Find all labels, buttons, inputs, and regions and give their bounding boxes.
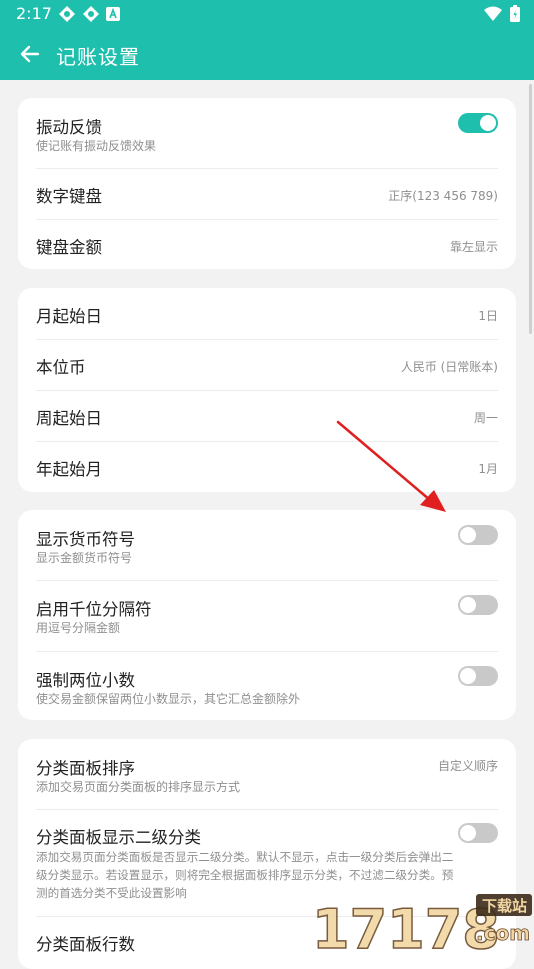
status-time: 2:17	[16, 4, 52, 23]
setting-title: 启用千位分隔符	[36, 600, 152, 619]
setting-title: 月起始日	[36, 307, 102, 326]
system-icons	[484, 5, 520, 22]
toggle-knob	[460, 597, 476, 613]
settings-card-dates: 月起始日 1日 本位币 人民币 (日常账本) 周起始日 周一 年起始月 1月	[18, 288, 516, 492]
toggle-knob	[460, 668, 476, 684]
setting-subtitle-line: 测的首选分类不受此设置影响	[36, 886, 187, 900]
setting-title: 本位币	[36, 358, 86, 377]
setting-title: 年起始月	[36, 460, 102, 479]
setting-title: 分类面板显示二级分类	[36, 828, 201, 847]
setting-panel-sort[interactable]: 分类面板排序 添加交易页面分类面板的排序显示方式 自定义顺序	[36, 739, 498, 809]
two-decimals-toggle[interactable]	[458, 666, 498, 686]
setting-title: 分类面板排序	[36, 759, 135, 778]
setting-title: 周起始日	[36, 409, 102, 428]
setting-keypad-amount[interactable]: 键盘金额 靠左显示	[36, 220, 498, 269]
setting-value: 周一	[473, 411, 498, 425]
watermark-logo: 17178 下载站 .com	[310, 888, 534, 962]
setting-base-currency[interactable]: 本位币 人民币 (日常账本)	[36, 340, 498, 390]
setting-vibration[interactable]: 振动反馈 使记账有振动反馈效果	[36, 98, 498, 168]
setting-week-start[interactable]: 周起始日 周一	[36, 391, 498, 441]
setting-subtitle-line: 添加交易页面分类面板是否显示二级分类。默认不显示，点击一级分类后会弹出二	[36, 850, 454, 864]
wifi-icon	[484, 6, 502, 21]
setting-currency-symbol[interactable]: 显示货币符号 显示金额货币符号	[36, 510, 498, 580]
setting-month-start[interactable]: 月起始日 1日	[36, 288, 498, 339]
setting-subtitle: 用逗号分隔金额	[36, 621, 121, 635]
setting-subtitle: 显示金额货币符号	[36, 551, 133, 565]
currency-symbol-toggle[interactable]	[458, 525, 498, 545]
page-title: 记账设置	[56, 45, 140, 69]
a-notification-icon	[106, 7, 120, 21]
setting-title: 显示货币符号	[36, 530, 135, 549]
setting-title: 键盘金额	[36, 238, 102, 257]
setting-value: 正序(123 456 789)	[388, 189, 498, 203]
setting-subtitle-line: 级分类显示。若设置显示，则将完全根据面板排序显示分类，不过滤二级分类。预	[36, 868, 454, 882]
setting-keypad[interactable]: 数字键盘 正序(123 456 789)	[36, 169, 498, 219]
back-button[interactable]	[14, 40, 46, 68]
setting-subtitle: 使交易金额保留两位小数显示，其它汇总金额除外	[36, 692, 301, 706]
app-bar: 记账设置	[0, 28, 534, 80]
setting-two-decimals[interactable]: 强制两位小数 使交易金额保留两位小数显示，其它汇总金额除外	[36, 652, 498, 720]
setting-value: 1日	[478, 309, 498, 323]
toggle-knob	[460, 825, 476, 841]
svg-text:17178: 17178	[312, 898, 500, 950]
notification-icons	[58, 5, 120, 23]
setting-title: 数字键盘	[36, 187, 102, 206]
battery-icon	[510, 5, 520, 22]
setting-year-start[interactable]: 年起始月 1月	[36, 442, 498, 492]
vibration-toggle[interactable]	[458, 113, 498, 133]
scrollbar-thumb[interactable]	[529, 84, 532, 334]
settings-card-input: 振动反馈 使记账有振动反馈效果 数字键盘 正序(123 456 789) 键盘金…	[18, 98, 516, 269]
setting-title: 强制两位小数	[36, 671, 135, 690]
thousands-separator-toggle[interactable]	[458, 595, 498, 615]
toggle-knob	[480, 115, 496, 131]
setting-subtitle: 使记账有振动反馈效果	[36, 139, 157, 153]
toggle-knob	[460, 527, 476, 543]
setting-title: 分类面板行数	[36, 935, 135, 954]
setting-value: 1月	[478, 462, 498, 476]
setting-value: 靠左显示	[449, 240, 498, 254]
settings-card-amount-display: 显示货币符号 显示金额货币符号 启用千位分隔符 用逗号分隔金额 强制两位小数 使…	[18, 510, 516, 720]
setting-value: 人民币 (日常账本)	[400, 360, 498, 374]
arrow-left-icon	[20, 45, 40, 63]
gear-notification-icon	[59, 6, 75, 22]
svg-text:.com: .com	[476, 921, 530, 945]
status-bar: 2:17	[0, 0, 534, 28]
gear-notification-icon	[83, 6, 99, 22]
panel-level2-toggle[interactable]	[458, 823, 498, 843]
setting-title: 振动反馈	[36, 118, 102, 137]
setting-value: 自定义顺序	[437, 759, 498, 773]
setting-thousands-separator[interactable]: 启用千位分隔符 用逗号分隔金额	[36, 581, 498, 651]
svg-text:下载站: 下载站	[482, 897, 527, 915]
setting-subtitle: 添加交易页面分类面板的排序显示方式	[36, 780, 241, 794]
